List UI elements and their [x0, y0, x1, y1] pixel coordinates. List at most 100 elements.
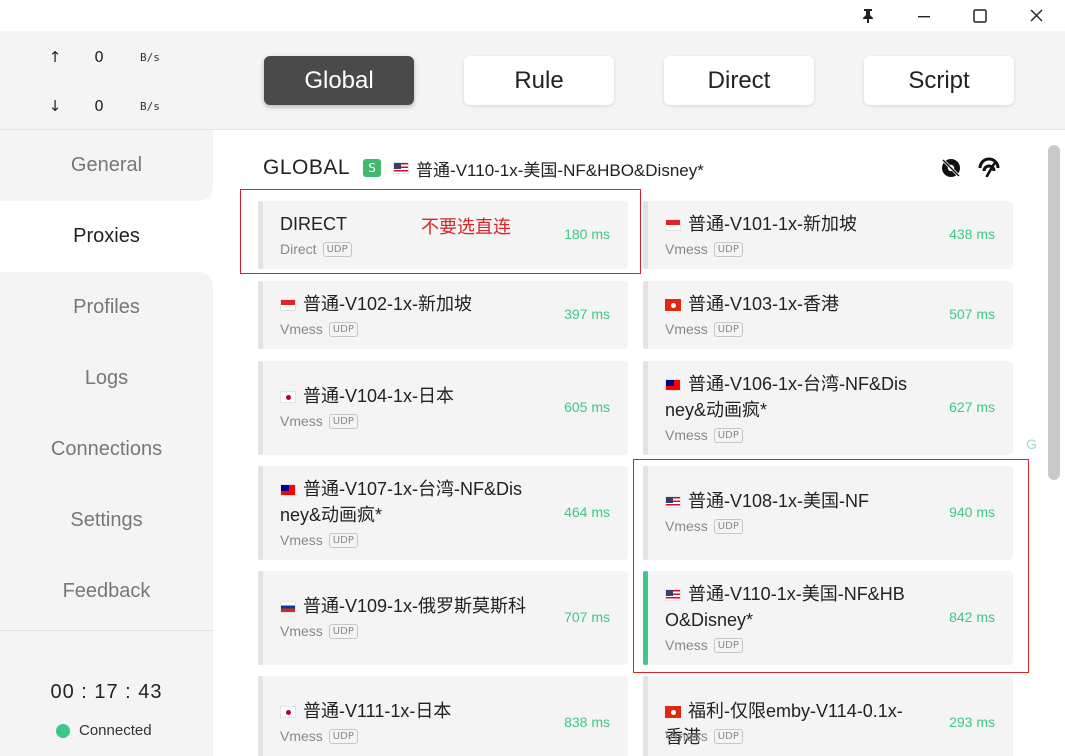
- udp-badge: UDP: [328, 728, 358, 744]
- proxy-name-label: 普通-V111-1x-日本: [303, 701, 452, 721]
- proxy-delay[interactable]: 707 ms: [564, 609, 610, 625]
- proxy-delay[interactable]: 397 ms: [564, 306, 610, 322]
- sidebar-item-logs[interactable]: Logs: [0, 343, 213, 414]
- proxy-card[interactable]: 普通-V109-1x-俄罗斯莫斯科 Vmess UDP 707 ms: [258, 571, 628, 665]
- connection-status: Connected: [56, 722, 152, 739]
- us-flag-icon: [665, 589, 681, 602]
- connection-label: Connected: [79, 722, 152, 739]
- card-indicator: [643, 281, 648, 349]
- proxy-card[interactable]: 普通-V107-1x-台湾-NF&Disney&动画疯* Vmess UDP 464 …: [258, 466, 628, 560]
- proxy-list: DIRECT Direct UDP 180 ms 普通-V101-1x-新加坡 Vmess…: [213, 131, 1065, 756]
- pin-icon[interactable]: [845, 0, 891, 31]
- proxy-card[interactable]: 福利-仅限emby-V114-0.1x-香港 Vmess UDP 293 ms: [643, 676, 1013, 756]
- side-letter: G: [1026, 436, 1037, 452]
- close-icon[interactable]: [1013, 0, 1059, 31]
- udp-badge: UDP: [328, 413, 358, 429]
- proxy-meta: Vmess UDP: [280, 728, 358, 744]
- mode-script-button[interactable]: Script: [864, 56, 1014, 105]
- proxy-delay[interactable]: 838 ms: [564, 714, 610, 730]
- title-bar: [0, 0, 1065, 31]
- proxy-delay[interactable]: 842 ms: [949, 609, 995, 625]
- udp-badge: UDP: [713, 321, 743, 337]
- mode-global-button[interactable]: Global: [264, 56, 414, 105]
- proxy-card[interactable]: 普通-V102-1x-新加坡 Vmess UDP 397 ms: [258, 281, 628, 349]
- mode-direct-button[interactable]: Direct: [664, 56, 814, 105]
- udp-badge: UDP: [328, 321, 358, 337]
- proxy-delay[interactable]: 507 ms: [949, 306, 995, 322]
- hk-flag-icon: [665, 299, 681, 312]
- card-indicator: [643, 201, 648, 269]
- status-panel: 00 : 17 : 43 Connected: [0, 630, 213, 756]
- proxy-name: 普通-V104-1x-日本: [280, 383, 530, 409]
- proxy-card[interactable]: 普通-V103-1x-香港 Vmess UDP 507 ms: [643, 281, 1013, 349]
- proxy-name-label: 普通-V103-1x-香港: [688, 294, 840, 314]
- proxy-name-label: 普通-V108-1x-美国-NF: [688, 491, 870, 511]
- proxy-meta: Vmess UDP: [665, 518, 743, 534]
- proxy-name: 普通-V110-1x-美国-NF&HBO&Disney*: [665, 581, 915, 633]
- proxy-type: Vmess: [665, 241, 708, 257]
- selected-indicator: [643, 571, 648, 665]
- udp-badge: UDP: [713, 241, 743, 257]
- download-arrow-icon: ↓: [48, 97, 62, 115]
- proxy-delay[interactable]: 293 ms: [949, 714, 995, 730]
- proxy-delay[interactable]: 940 ms: [949, 504, 995, 520]
- proxy-delay[interactable]: 605 ms: [564, 399, 610, 415]
- proxy-name-label: 普通-V109-1x-俄罗斯莫斯科: [303, 596, 527, 616]
- proxy-meta: Vmess UDP: [665, 637, 743, 653]
- card-indicator: [258, 361, 263, 455]
- mode-rule-button[interactable]: Rule: [464, 56, 614, 105]
- jp-flag-icon: [280, 391, 296, 404]
- proxy-card[interactable]: 普通-V104-1x-日本 Vmess UDP 605 ms: [258, 361, 628, 455]
- proxy-type: Vmess: [280, 321, 323, 337]
- proxy-meta: Vmess UDP: [665, 728, 743, 744]
- proxy-card[interactable]: 普通-V101-1x-新加坡 Vmess UDP 438 ms: [643, 201, 1013, 269]
- proxy-card[interactable]: 普通-V106-1x-台湾-NF&Disney&动画疯* Vmess UDP 627 …: [643, 361, 1013, 455]
- proxy-name: 普通-V108-1x-美国-NF: [665, 488, 915, 514]
- sidebar-item-settings[interactable]: Settings: [0, 485, 213, 556]
- proxy-card[interactable]: 普通-V110-1x-美国-NF&HBO&Disney* Vmess UDP 842 …: [643, 571, 1013, 665]
- proxy-type: Vmess: [280, 413, 323, 429]
- proxy-meta: Direct UDP: [280, 241, 352, 257]
- traffic-panel: ↑ 0 B/s ↓ 0 B/s: [0, 31, 213, 130]
- proxy-delay[interactable]: 438 ms: [949, 226, 995, 242]
- proxy-name: 普通-V109-1x-俄罗斯莫斯科: [280, 593, 530, 619]
- proxy-delay[interactable]: 627 ms: [949, 399, 995, 415]
- sidebar: ↑ 0 B/s ↓ 0 B/s General Proxies Profiles…: [0, 31, 213, 756]
- scrollbar[interactable]: [1048, 145, 1060, 480]
- proxy-meta: Vmess UDP: [280, 623, 358, 639]
- upload-value: 0: [94, 48, 104, 66]
- proxy-card[interactable]: 普通-V111-1x-日本 Vmess UDP 838 ms: [258, 676, 628, 756]
- proxy-name-label: 普通-V106-1x-台湾-NF&Disney&动画疯*: [665, 374, 908, 420]
- proxy-card[interactable]: 普通-V108-1x-美国-NF Vmess UDP 940 ms: [643, 466, 1013, 560]
- tw-flag-icon: [665, 379, 681, 392]
- proxy-type: Vmess: [280, 532, 323, 548]
- proxy-delay[interactable]: 464 ms: [564, 504, 610, 520]
- card-indicator: [258, 201, 263, 269]
- proxy-name-label: 普通-V104-1x-日本: [303, 386, 455, 406]
- connected-indicator-icon: [56, 723, 70, 738]
- minimize-icon[interactable]: [901, 0, 947, 31]
- proxy-type: Vmess: [280, 728, 323, 744]
- udp-badge: UDP: [713, 518, 743, 534]
- proxy-name-label: 普通-V101-1x-新加坡: [688, 214, 858, 234]
- udp-badge: UDP: [713, 637, 743, 653]
- upload-speed: ↑ 0 B/s: [0, 48, 213, 68]
- sidebar-item-general[interactable]: General: [0, 130, 213, 201]
- card-indicator: [258, 676, 263, 756]
- sidebar-item-feedback[interactable]: Feedback: [0, 556, 213, 627]
- proxy-name: 普通-V103-1x-香港: [665, 291, 915, 317]
- sidebar-item-connections[interactable]: Connections: [0, 414, 213, 485]
- sg-flag-icon: [280, 299, 296, 312]
- proxy-name: 普通-V111-1x-日本: [280, 698, 530, 724]
- card-indicator: [258, 571, 263, 665]
- proxy-type: Vmess: [665, 518, 708, 534]
- sidebar-item-profiles[interactable]: Profiles: [0, 272, 213, 343]
- annotation-note: 不要选直连: [421, 217, 511, 238]
- sidebar-item-proxies[interactable]: Proxies: [0, 201, 213, 272]
- us-flag-icon: [665, 496, 681, 509]
- proxy-meta: Vmess UDP: [280, 321, 358, 337]
- maximize-icon[interactable]: [957, 0, 1003, 31]
- proxy-type: Vmess: [665, 427, 708, 443]
- proxy-delay[interactable]: 180 ms: [564, 226, 610, 242]
- proxy-type: Direct: [280, 241, 317, 257]
